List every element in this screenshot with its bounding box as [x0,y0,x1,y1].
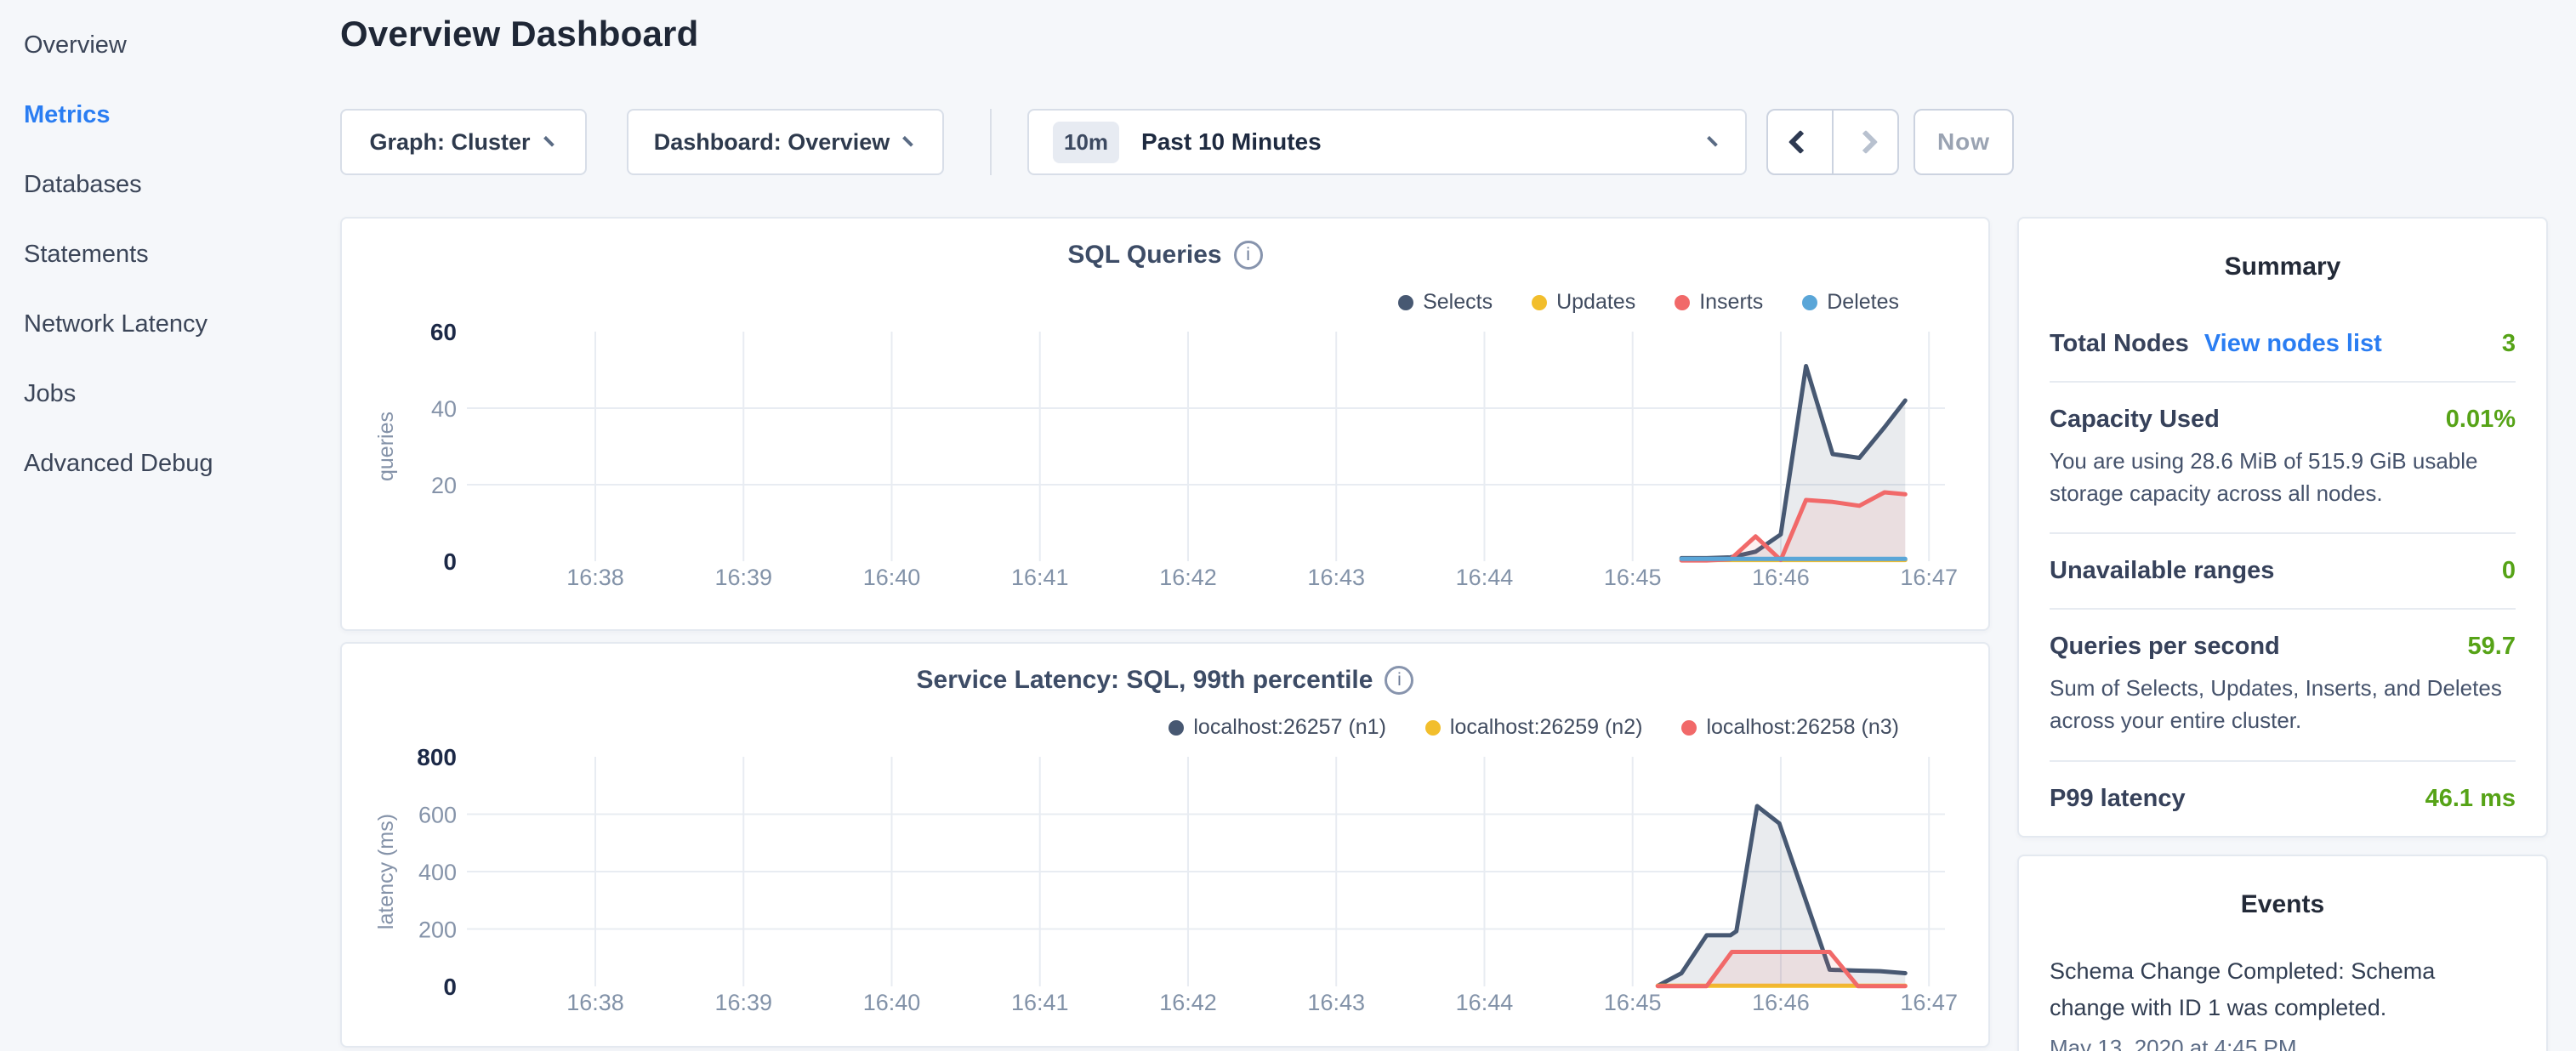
chevron-left-icon [1788,130,1811,154]
chevron-down-icon [1707,130,1724,147]
time-window-badge: 10m [1053,122,1119,163]
summary-row-p99-latency: P99 latency 46.1 ms [2050,762,2516,836]
page-title: Overview Dashboard [340,14,698,54]
svg-text:16:46: 16:46 [1752,990,1810,1015]
sidebar-item-label: Databases [24,171,142,199]
sidebar-item-label: Jobs [24,380,76,408]
sidebar-item-label: Statements [24,241,149,269]
svg-text:800: 800 [417,744,457,770]
event-item[interactable]: Schema Change Completed: Schema change w… [2050,953,2516,1051]
view-nodes-list-link[interactable]: View nodes list [2204,330,2382,358]
summary-subtext: Sum of Selects, Updates, Inserts, and De… [2050,673,2516,736]
sidebar-item-metrics[interactable]: Metrics [0,80,340,150]
svg-text:16:44: 16:44 [1456,565,1514,590]
time-forward-button[interactable] [1834,111,1897,173]
summary-row-queries-per-second: Queries per second 59.7 Sum of Selects, … [2050,610,2516,761]
svg-text:200: 200 [418,917,457,943]
now-button[interactable]: Now [1914,109,2014,175]
event-message: Schema Change Completed: Schema change w… [2050,953,2516,1026]
summary-value: 0.01% [2446,406,2516,434]
sidebar-item-databases[interactable]: Databases [0,150,340,219]
summary-value: 46.1 ms [2425,785,2516,813]
svg-text:16:47: 16:47 [1900,565,1958,590]
svg-text:0: 0 [443,974,457,1000]
chevron-down-icon [902,130,919,147]
summary-title: Summary [2050,247,2516,281]
svg-text:16:45: 16:45 [1604,565,1662,590]
sidebar-item-label: Metrics [24,101,111,129]
chart-plot[interactable]: 0 200 400 600 800 16:38 16:39 16:40 16:41 16:42 16… [342,644,1992,1049]
time-window-label: Past 10 Minutes [1141,128,1709,156]
summary-rows: Total Nodes View nodes list 3 Capacity U… [2050,307,2516,836]
svg-text:latency (ms): latency (ms) [374,814,398,929]
svg-text:600: 600 [418,803,457,828]
summary-value: 59.7 [2468,633,2516,661]
svg-text:40: 40 [431,396,457,422]
chevron-right-icon [1853,130,1877,154]
sidebar-item-label: Advanced Debug [24,450,213,478]
sidebar-item-overview[interactable]: Overview [0,10,340,80]
graph-dropdown[interactable]: Graph: Cluster [340,109,587,175]
summary-label: Unavailable ranges [2050,557,2274,585]
summary-row-capacity-used: Capacity Used 0.01% You are using 28.6 M… [2050,383,2516,534]
svg-text:16:44: 16:44 [1456,990,1514,1015]
summary-row-unavailable-ranges: Unavailable ranges 0 [2050,534,2516,610]
sidebar-item-label: Overview [24,31,127,60]
graph-dropdown-label: Graph: Cluster [369,129,530,156]
summary-card: Summary Total Nodes View nodes list 3 Ca… [2017,217,2548,838]
chart-plot[interactable]: 0 20 40 60 16:38 16:39 16:40 16:41 16:42 16:43 16:… [342,219,1992,633]
svg-text:16:43: 16:43 [1307,990,1365,1015]
summary-label: Total Nodes [2050,330,2189,358]
event-timestamp: May 13, 2020 at 4:45 PM [2050,1035,2516,1051]
summary-subtext: You are using 28.6 MiB of 515.9 GiB usab… [2050,446,2516,509]
svg-text:queries: queries [374,412,398,481]
svg-text:16:38: 16:38 [566,990,624,1015]
summary-label: Queries per second [2050,633,2280,661]
sidebar-item-jobs[interactable]: Jobs [0,359,340,429]
dashboard-dropdown[interactable]: Dashboard: Overview [627,109,944,175]
sidebar-item-statements[interactable]: Statements [0,219,340,289]
svg-text:0: 0 [443,548,457,575]
events-title: Events [2050,885,2516,919]
dashboard-dropdown-label: Dashboard: Overview [654,129,890,156]
sidebar: Overview Metrics Databases Statements Ne… [0,0,340,1051]
toolbar-divider [990,109,992,175]
summary-row-total-nodes: Total Nodes View nodes list 3 [2050,307,2516,383]
svg-text:60: 60 [430,319,457,345]
svg-text:16:39: 16:39 [714,565,772,590]
summary-label: P99 latency [2050,785,2186,813]
svg-text:400: 400 [418,860,457,885]
summary-value: 0 [2502,557,2516,585]
svg-text:16:45: 16:45 [1604,990,1662,1015]
svg-text:16:42: 16:42 [1159,565,1217,590]
sidebar-item-advanced-debug[interactable]: Advanced Debug [0,429,340,498]
svg-text:20: 20 [431,473,457,498]
svg-text:16:41: 16:41 [1011,990,1069,1015]
summary-value: 3 [2502,330,2516,358]
sidebar-item-network-latency[interactable]: Network Latency [0,289,340,359]
time-window-dropdown[interactable]: 10m Past 10 Minutes [1027,109,1747,175]
service-latency-chart-card: Service Latency: SQL, 99th percentilei l… [340,642,1990,1048]
svg-text:16:39: 16:39 [714,990,772,1015]
svg-text:16:40: 16:40 [863,565,921,590]
summary-label: Capacity Used [2050,406,2220,434]
sql-queries-chart-card: SQL Queriesi SelectsUpdatesInsertsDelete… [340,217,1990,631]
chevron-down-icon [543,130,560,147]
sidebar-item-label: Network Latency [24,310,208,338]
svg-text:16:42: 16:42 [1159,990,1217,1015]
time-nav-arrows [1766,109,1899,175]
svg-text:16:41: 16:41 [1011,565,1069,590]
svg-text:16:40: 16:40 [863,990,921,1015]
svg-text:16:38: 16:38 [566,565,624,590]
svg-text:16:43: 16:43 [1307,565,1365,590]
svg-text:16:46: 16:46 [1752,565,1810,590]
events-card: Events Schema Change Completed: Schema c… [2017,855,2548,1051]
time-back-button[interactable] [1768,111,1834,173]
svg-text:16:47: 16:47 [1900,990,1958,1015]
